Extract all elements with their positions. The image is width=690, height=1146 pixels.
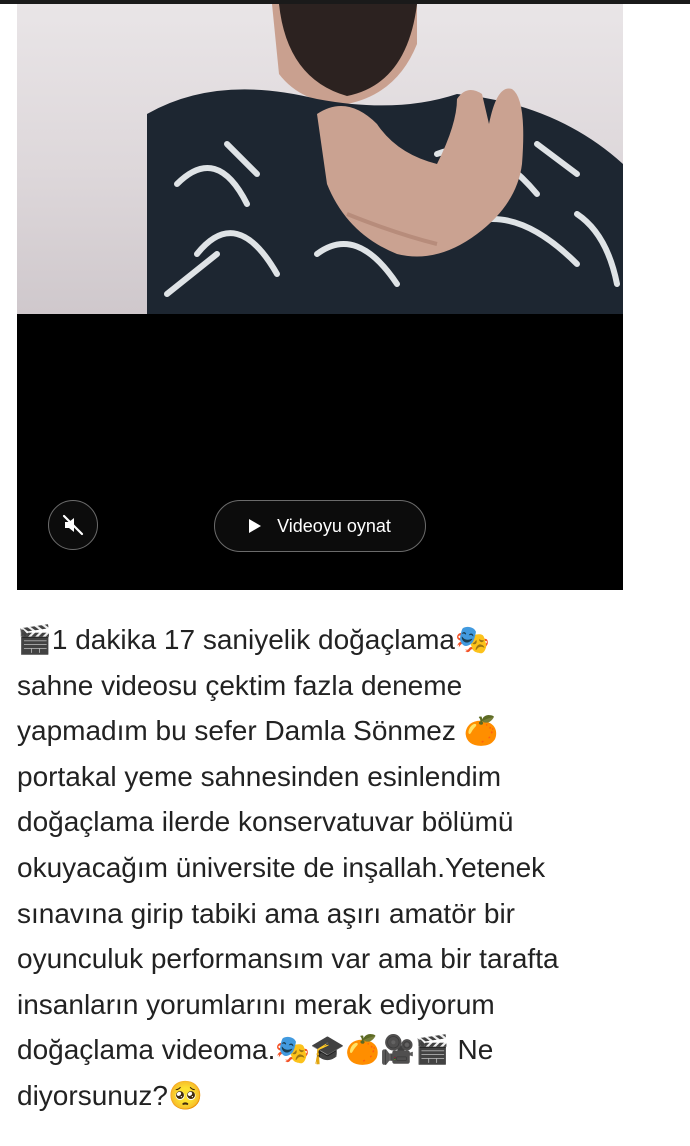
muted-speaker-icon	[62, 514, 84, 536]
play-video-button[interactable]: Videoyu oynat	[214, 500, 426, 552]
post-caption: 🎬1 dakika 17 saniyelik doğaçlama🎭 sahne …	[17, 624, 559, 1111]
mute-button[interactable]	[48, 500, 98, 550]
play-video-label: Videoyu oynat	[277, 515, 391, 536]
video-thumbnail[interactable]	[17, 4, 623, 314]
video-player[interactable]: Videoyu oynat	[17, 4, 623, 590]
play-icon	[249, 519, 262, 533]
